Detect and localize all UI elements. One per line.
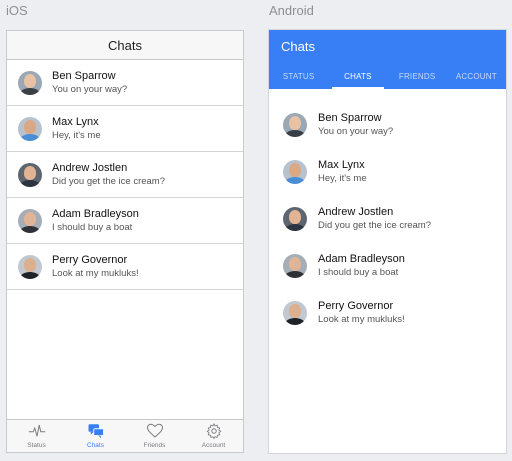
chat-name: Andrew Jostlen (318, 205, 394, 218)
avatar (18, 208, 42, 233)
avatar (18, 70, 42, 95)
chat-name: Ben Sparrow (318, 111, 382, 124)
chat-name: Adam Bradleyson (52, 207, 139, 220)
tab-chats[interactable]: CHATS (328, 64, 387, 89)
ios-nav-bar: Chats (7, 31, 243, 60)
ios-phone-screen: Chats Ben Sparrow You on your way? Max Ly… (6, 30, 244, 453)
ios-chat-item-adam[interactable]: Adam Bradleyson I should buy a boat (7, 198, 243, 244)
tab-label: Status (27, 442, 46, 449)
chat-name: Ben Sparrow (52, 69, 116, 82)
tab-account[interactable]: Account (184, 420, 243, 452)
ios-nav-title: Chats (108, 37, 142, 53)
ios-chat-list: Ben Sparrow You on your way? Max Lynx Hey,… (7, 60, 243, 290)
chat-message: Look at my mukluks! (318, 313, 405, 325)
avatar (18, 162, 42, 187)
android-chat-item-max[interactable]: Max Lynx Hey, it's me (269, 148, 506, 195)
tab-friends[interactable]: Friends (125, 420, 184, 452)
android-chat-item-adam[interactable]: Adam Bradleyson I should buy a boat (269, 242, 506, 289)
chat-bubbles-icon (88, 424, 104, 439)
ios-chat-item-perry[interactable]: Perry Governor Look at my mukluks! (7, 244, 243, 290)
ios-tab-bar: Status Chats Friends Account (7, 419, 243, 452)
chat-message: Did you get the ice cream? (318, 219, 432, 231)
tab-label: Chats (87, 442, 104, 449)
chat-message: I should buy a boat (318, 266, 399, 278)
avatar (18, 116, 42, 141)
avatar (18, 254, 42, 279)
android-platform-label: Android (269, 3, 314, 18)
gear-icon (206, 422, 221, 440)
chat-message: I should buy a boat (52, 221, 133, 233)
ios-chat-item-max[interactable]: Max Lynx Hey, it's me (7, 106, 243, 152)
tab-status[interactable]: STATUS (269, 64, 328, 89)
tab-friends[interactable]: FRIENDS (388, 64, 447, 89)
ios-platform-label: iOS (6, 3, 28, 18)
android-chat-item-perry[interactable]: Perry Governor Look at my mukluks! (269, 289, 506, 336)
avatar (283, 253, 307, 278)
chat-name: Max Lynx (318, 158, 365, 171)
chat-message: Look at my mukluks! (52, 267, 139, 279)
chat-name: Adam Bradleyson (318, 252, 405, 265)
tab-label: Account (201, 442, 226, 449)
tab-chats[interactable]: Chats (66, 420, 125, 452)
avatar (283, 159, 307, 184)
ios-chat-item-ben[interactable]: Ben Sparrow You on your way? (7, 60, 243, 106)
android-tab-strip: STATUS CHATS FRIENDS ACCOUNT (269, 64, 506, 89)
chat-name: Perry Governor (318, 299, 394, 312)
ios-chat-item-andrew[interactable]: Andrew Jostlen Did you get the ice cream? (7, 152, 243, 198)
android-title: Chats (281, 39, 315, 54)
tab-label: Friends (143, 442, 166, 449)
android-app-bar: Chats STATUS CHATS FRIENDS ACCOUNT (269, 30, 506, 89)
pulse-icon (28, 424, 45, 437)
chat-name: Andrew Jostlen (52, 161, 128, 174)
chat-message: You on your way? (52, 83, 128, 95)
chat-message: You on your way? (318, 125, 394, 137)
chat-message: Hey, it's me (52, 129, 101, 141)
android-chat-list: Ben Sparrow You on your way? Max Lynx Hey,… (269, 101, 506, 336)
tab-account[interactable]: ACCOUNT (447, 64, 506, 89)
heart-icon (146, 423, 163, 438)
android-chat-item-ben[interactable]: Ben Sparrow You on your way? (269, 101, 506, 148)
chat-message: Did you get the ice cream? (52, 175, 166, 187)
android-chat-item-andrew[interactable]: Andrew Jostlen Did you get the ice cream? (269, 195, 506, 242)
chat-message: Hey, it's me (318, 172, 367, 184)
avatar (283, 300, 307, 325)
chat-name: Max Lynx (52, 115, 99, 128)
tab-status[interactable]: Status (7, 420, 66, 452)
avatar (283, 206, 307, 231)
chat-name: Perry Governor (52, 253, 128, 266)
avatar (283, 112, 307, 137)
android-phone-screen: Chats STATUS CHATS FRIENDS ACCOUNT Ben S… (269, 30, 506, 453)
